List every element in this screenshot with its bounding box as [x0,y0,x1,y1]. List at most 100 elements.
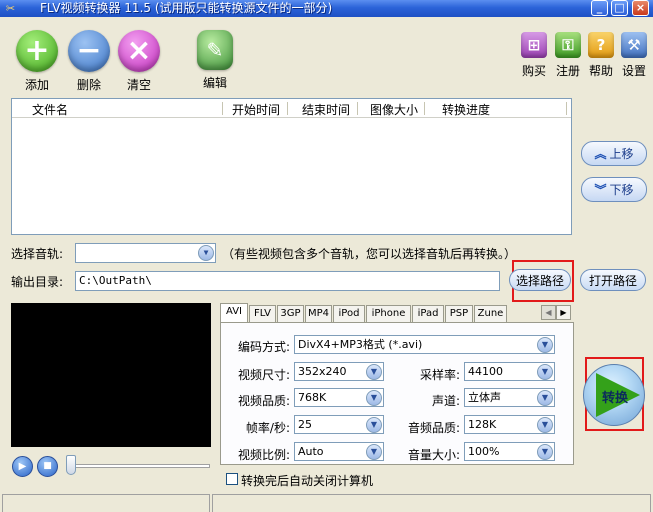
add-button[interactable]: + 添加 [14,30,60,93]
tab-3gp[interactable]: 3GP [277,305,304,322]
chevron-down-icon: ▼ [537,417,553,433]
tab-flv[interactable]: FLV [249,305,276,322]
volume-label: 音量大小: [407,448,460,462]
move-down-label: 下移 [609,183,634,197]
question-icon: ? [588,32,614,58]
minus-icon: − [68,30,110,72]
key-icon: ⚿ [555,32,581,58]
column-progress[interactable]: 转换进度 [442,101,490,118]
aspect-ratio-select[interactable]: Auto ▼ [294,442,384,461]
double-chevron-down-icon: ︾ [594,183,607,197]
help-button[interactable]: ? 帮助 [587,32,615,79]
fps-value: 25 [298,418,312,431]
double-chevron-up-icon: ︽ [594,147,607,161]
chevron-down-icon: ▼ [537,364,553,380]
seek-handle[interactable] [66,455,76,475]
column-image-size[interactable]: 图像大小 [370,101,418,118]
delete-label: 删除 [76,78,101,92]
tab-iphone[interactable]: iPhone [366,305,411,322]
clear-button[interactable]: × 清空 [116,30,162,93]
channel-value: 立体声 [468,391,501,404]
buy-button[interactable]: ⊞ 购买 [520,32,548,79]
sample-rate-value: 44100 [468,365,503,378]
video-size-label: 视频尺寸: [237,368,290,382]
tab-mp4[interactable]: MP4 [305,305,332,322]
file-list[interactable]: 文件名 开始时间 结束时间 图像大小 转换进度 [11,98,572,235]
move-up-button[interactable]: ︽ 上移 [581,141,647,166]
tab-psp[interactable]: PSP [445,305,473,322]
audio-track-label: 选择音轨: [11,247,64,261]
sample-rate-select[interactable]: 44100 ▼ [464,362,555,381]
move-up-label: 上移 [609,147,634,161]
tab-ipad[interactable]: iPad [412,305,444,322]
x-icon: × [118,30,160,72]
sample-rate-label: 采样率: [419,368,460,382]
chevron-down-icon: ▼ [366,390,382,406]
status-pane-left [2,494,210,512]
convert-button[interactable]: 转换 [583,364,645,426]
add-label: 添加 [24,78,49,92]
codec-select[interactable]: DivX4+MP3格式 (*.avi) ▼ [294,335,555,354]
status-pane-right [212,494,651,512]
maximize-button[interactable]: □ [611,0,628,16]
register-button[interactable]: ⚿ 注册 [554,32,582,79]
move-down-button[interactable]: ︾ 下移 [581,177,647,202]
fps-select[interactable]: 25 ▼ [294,415,384,434]
video-size-value: 352x240 [298,365,347,378]
chevron-down-icon: ▼ [537,337,553,353]
tab-ipod[interactable]: iPod [333,305,365,322]
output-path-input[interactable]: C:\OutPath\ [75,271,500,291]
delete-button[interactable]: − 删除 [66,30,112,93]
buy-label: 购买 [521,64,546,78]
volume-value: 100% [468,445,500,458]
chevron-down-icon: ▼ [198,245,214,261]
settings-label: 设置 [621,64,646,78]
play-button[interactable]: ▶ [12,456,33,477]
chevron-down-icon: ▼ [366,364,382,380]
audio-quality-label: 音频品质: [407,421,460,435]
help-label: 帮助 [588,64,613,78]
edit-label: 编辑 [202,76,227,90]
column-end-time[interactable]: 结束时间 [302,101,350,118]
stop-icon: ■ [43,461,52,471]
column-filename[interactable]: 文件名 [32,101,68,118]
volume-select[interactable]: 100% ▼ [464,442,555,461]
register-label: 注册 [555,64,580,78]
minimize-button[interactable]: _ [591,0,608,16]
arrow-right-icon: ▶ [560,308,567,317]
seek-track[interactable] [67,464,210,468]
chevron-down-icon: ▼ [537,444,553,460]
plus-icon: + [16,30,58,72]
video-quality-value: 768K [298,391,327,404]
codec-value: DivX4+MP3格式 (*.avi) [298,338,423,351]
settings-button[interactable]: ⚒ 设置 [620,32,648,79]
auto-shutdown-checkbox[interactable] [226,473,238,485]
tab-scroll-left[interactable]: ◀ [541,305,556,320]
choose-path-button[interactable]: 选择路径 [509,269,571,291]
video-quality-select[interactable]: 768K ▼ [294,388,384,407]
edit-film-icon: ✎ [197,30,233,70]
aspect-ratio-value: Auto [298,445,324,458]
auto-shutdown-label: 转换完后自动关闭计算机 [241,474,374,488]
audio-quality-select[interactable]: 128K ▼ [464,415,555,434]
tab-avi[interactable]: AVI [220,303,248,323]
video-size-select[interactable]: 352x240 ▼ [294,362,384,381]
tab-scroll-right[interactable]: ▶ [556,305,571,320]
chevron-down-icon: ▼ [366,417,382,433]
open-path-button[interactable]: 打开路径 [580,269,646,291]
edit-button[interactable]: ✎ 编辑 [192,30,238,91]
chevron-down-icon: ▼ [366,444,382,460]
column-start-time[interactable]: 开始时间 [232,101,280,118]
tab-zune[interactable]: Zune [474,305,507,322]
audio-track-hint: （有些视频包含多个音轨，您可以选择音轨后再转换。） [222,247,517,261]
audio-quality-value: 128K [468,418,497,431]
file-list-header: 文件名 开始时间 结束时间 图像大小 转换进度 [12,99,571,118]
scissors-icon: ✂ [5,2,16,15]
stop-button[interactable]: ■ [37,456,58,477]
channel-select[interactable]: 立体声 ▼ [464,388,555,407]
chevron-down-icon: ▼ [537,390,553,406]
close-button[interactable]: × [632,0,649,16]
tools-icon: ⚒ [621,32,647,58]
aspect-ratio-label: 视频比例: [237,448,290,462]
audio-track-select[interactable]: ▼ [75,243,216,263]
